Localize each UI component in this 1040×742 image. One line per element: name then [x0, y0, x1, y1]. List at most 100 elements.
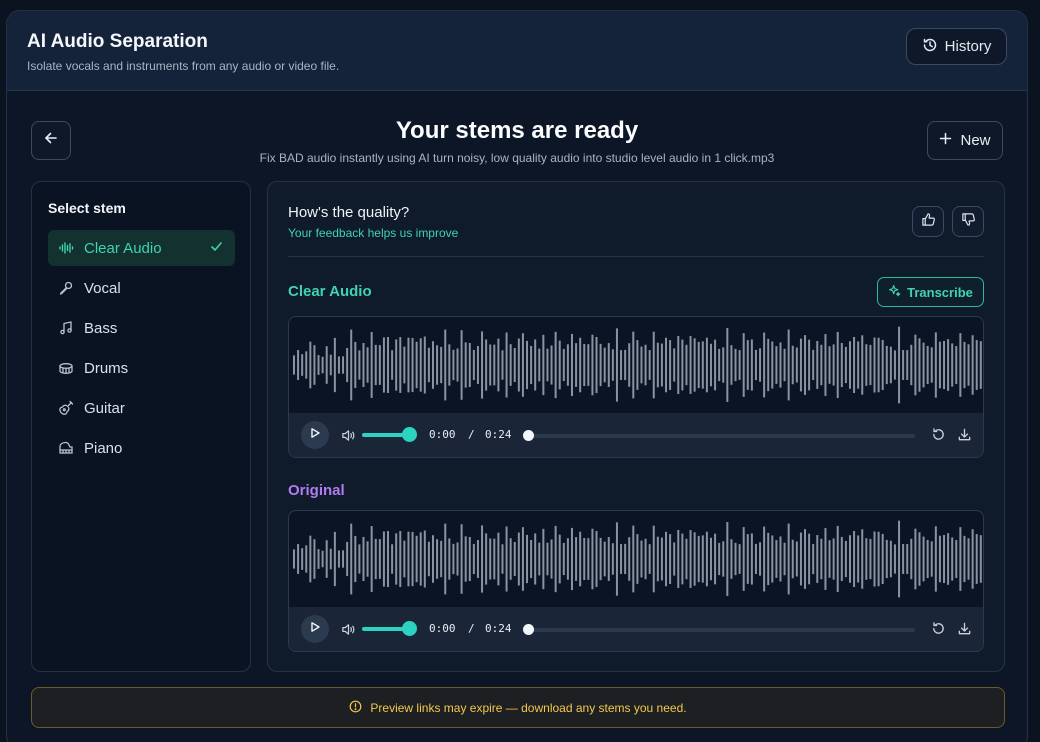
waveform-bar	[321, 550, 324, 568]
waveform-bar	[579, 337, 582, 393]
waveform-bar	[378, 539, 381, 579]
volume-icon[interactable]	[341, 428, 356, 448]
check-icon	[210, 240, 223, 257]
waveform-bar	[824, 334, 827, 396]
waveform-bar	[468, 536, 471, 582]
waveform-bar	[910, 344, 913, 386]
play-button[interactable]	[301, 615, 329, 643]
history-icon	[922, 37, 938, 57]
waveform-bar	[628, 343, 631, 387]
play-button[interactable]	[301, 421, 329, 449]
waveform-bar	[730, 345, 733, 385]
stem-item-label: Piano	[84, 439, 123, 457]
waveform-bar	[775, 346, 778, 384]
transcribe-button[interactable]: Transcribe	[877, 277, 984, 307]
stem-item-bass[interactable]: Bass	[48, 310, 235, 346]
waveform-bar	[857, 341, 860, 389]
waveform-bar	[485, 339, 488, 391]
new-button[interactable]: New	[927, 121, 1003, 160]
waveform-bar	[955, 540, 958, 578]
thumbs-up-button[interactable]	[912, 206, 944, 237]
waveform-bar	[632, 525, 635, 593]
waveform-bar	[959, 527, 962, 591]
play-icon	[309, 426, 321, 444]
waveform-bar	[742, 333, 745, 397]
replay-icon[interactable]	[931, 621, 946, 641]
waveform-bar	[669, 534, 672, 584]
waveform-bar	[665, 531, 668, 587]
stem-item-vocal[interactable]: Vocal	[48, 270, 235, 306]
waveform-bar	[497, 532, 500, 586]
seek-handle[interactable]	[523, 624, 534, 635]
waveform-icon	[58, 240, 74, 256]
waveform-bar	[767, 532, 770, 586]
download-icon[interactable]	[957, 621, 972, 641]
waveform-bar	[906, 350, 909, 380]
volume-slider-handle[interactable]	[402, 621, 417, 636]
thumbs-down-icon	[961, 212, 976, 232]
waveform-bar	[387, 337, 390, 393]
seek-bar[interactable]	[527, 628, 915, 632]
guitar-icon	[58, 400, 74, 416]
waveform-bar	[607, 537, 610, 581]
waveform-bar	[550, 539, 553, 579]
waveform-bar	[591, 528, 594, 590]
main-panel: How's the quality? Your feedback helps u…	[267, 181, 1005, 672]
waveform-bar	[640, 346, 643, 384]
waveform-bar	[337, 356, 340, 374]
stem-item-clear-audio[interactable]: Clear Audio	[48, 230, 235, 266]
waveform-bar	[636, 534, 639, 584]
waveform-bar	[325, 346, 328, 384]
waveform-bar	[971, 529, 974, 589]
waveform-bar	[562, 348, 565, 382]
clear-audio-label: Clear Audio	[288, 283, 372, 300]
waveform-bar	[971, 335, 974, 395]
history-button[interactable]: History	[906, 28, 1007, 65]
waveform-bar	[656, 536, 659, 582]
waveform-bar	[910, 538, 913, 580]
waveform-bar	[566, 538, 569, 580]
waveform-bar	[366, 347, 369, 383]
thumbs-down-button[interactable]	[952, 206, 984, 237]
waveform-bar	[898, 326, 901, 404]
waveform-bar	[791, 345, 794, 385]
waveform-bar	[530, 539, 533, 579]
download-icon[interactable]	[957, 427, 972, 447]
waveform-bar	[370, 526, 373, 592]
waveform-bar	[530, 345, 533, 385]
waveform-bar	[391, 544, 394, 574]
waveform-bar	[501, 350, 504, 380]
waveform[interactable]	[289, 317, 983, 413]
waveform-bar	[468, 342, 471, 388]
waveform-bar	[521, 527, 524, 591]
feedback-subtitle: Your feedback helps us improve	[288, 226, 459, 240]
volume-icon[interactable]	[341, 622, 356, 642]
waveform-bar	[485, 533, 488, 585]
waveform-bar	[493, 344, 496, 386]
waveform-bar	[947, 533, 950, 585]
volume-slider-handle[interactable]	[402, 427, 417, 442]
waveform-bar	[873, 337, 876, 393]
waveform-bar	[481, 525, 484, 593]
waveform-bar	[787, 329, 790, 401]
stem-item-guitar[interactable]: Guitar	[48, 390, 235, 426]
waveform-bar	[350, 329, 353, 401]
seek-bar[interactable]	[527, 434, 915, 438]
stem-item-piano[interactable]: Piano	[48, 430, 235, 466]
waveform-bar	[391, 350, 394, 380]
waveform[interactable]	[289, 511, 983, 607]
waveform-bar	[820, 538, 823, 580]
waveform-bar	[759, 542, 762, 576]
notice-text: Preview links may expire — download any …	[370, 700, 687, 715]
waveform-bar	[857, 535, 860, 583]
waveform-bar	[955, 346, 958, 384]
waveform-bar	[521, 333, 524, 397]
waveform-bar	[628, 537, 631, 581]
stem-item-drums[interactable]: Drums	[48, 350, 235, 386]
waveform-bar	[889, 540, 892, 578]
replay-icon[interactable]	[931, 427, 946, 447]
waveform-bar	[726, 522, 729, 596]
seek-handle[interactable]	[523, 430, 534, 441]
piano-icon	[58, 440, 74, 456]
waveform-bar	[673, 542, 676, 576]
